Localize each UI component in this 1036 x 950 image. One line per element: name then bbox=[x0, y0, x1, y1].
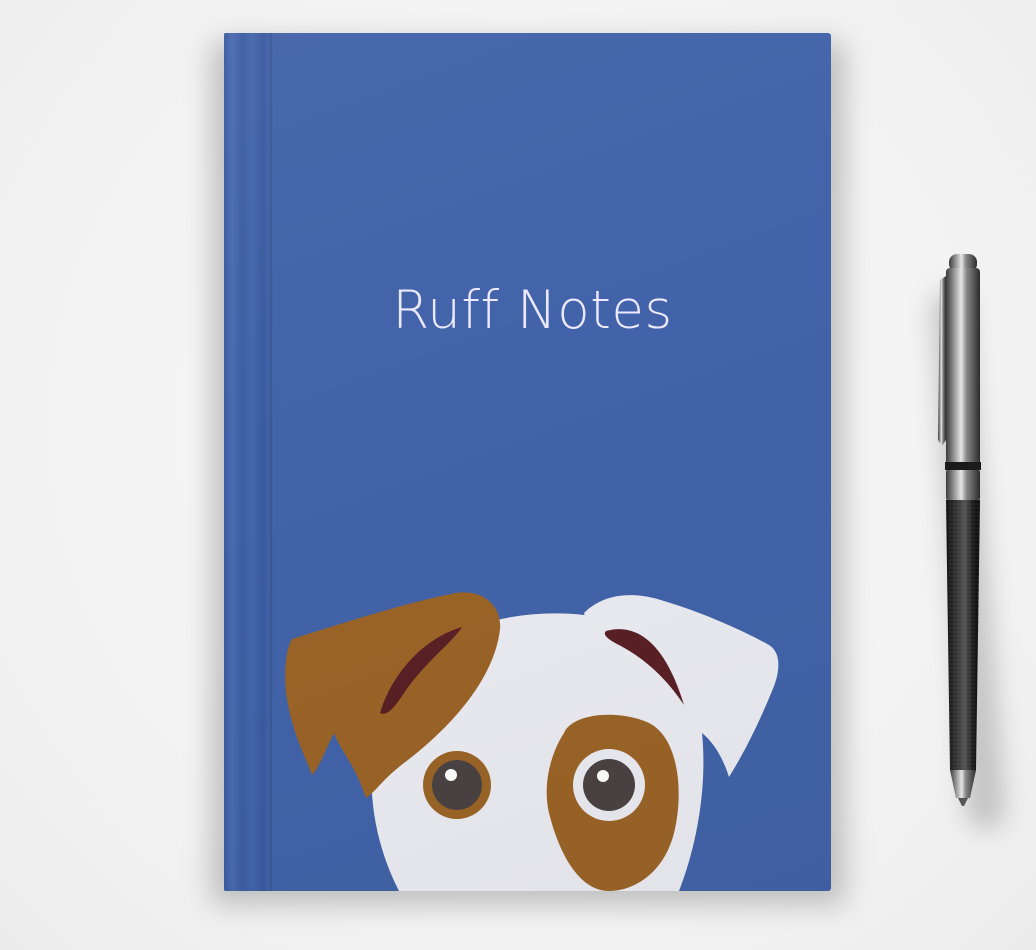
product-scene: Ruff Notes bbox=[0, 0, 1036, 950]
dog-right-eye bbox=[583, 759, 635, 811]
dog-right-eye-highlight bbox=[597, 770, 609, 782]
dog-left-eye-highlight bbox=[445, 769, 457, 781]
dog-face-icon bbox=[285, 592, 779, 891]
notebook: Ruff Notes bbox=[224, 33, 831, 891]
pen-icon bbox=[938, 254, 981, 806]
dog-left-eye bbox=[432, 760, 482, 810]
